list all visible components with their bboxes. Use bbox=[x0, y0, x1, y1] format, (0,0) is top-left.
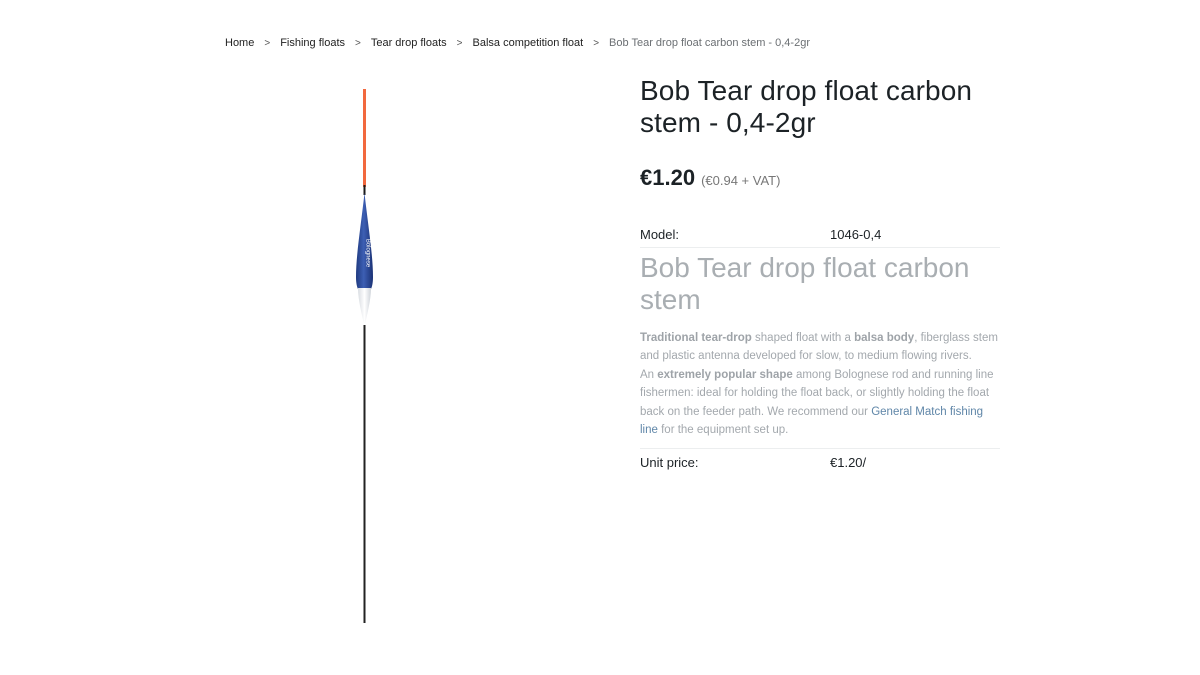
product-title: Bob Tear drop float carbon stem - 0,4-2g… bbox=[640, 75, 973, 138]
unit-price-row: Unit price: €1.20/ bbox=[640, 455, 1000, 475]
float-antenna bbox=[363, 89, 366, 187]
float-white-tip bbox=[358, 288, 371, 327]
description-span: for the equipment set up. bbox=[657, 424, 789, 437]
description-bold: balsa body bbox=[854, 332, 915, 344]
breadcrumb-separator: > bbox=[456, 37, 463, 49]
float-stem bbox=[363, 325, 366, 623]
model-value: 1046-0,4 bbox=[830, 227, 882, 242]
unit-price-value: €1.20/ bbox=[830, 455, 867, 471]
description-paragraph: Traditional tear-drop shaped float with … bbox=[640, 329, 1000, 366]
description-bold: Traditional tear-drop bbox=[640, 332, 752, 344]
breadcrumb-separator: > bbox=[593, 37, 600, 49]
description-span: shaped float with a bbox=[751, 332, 855, 344]
product-info: Bob Tear drop float carbon stem - 0,4-2g… bbox=[640, 75, 1000, 475]
breadcrumb-balsa-competition-float[interactable]: Balsa competition float bbox=[473, 37, 584, 49]
description-title: Bob Tear drop float carbon stem bbox=[640, 252, 970, 315]
description-paragraph: An extremely popular shape among Bologne… bbox=[640, 366, 1000, 440]
unit-price-label: Unit price: bbox=[640, 455, 699, 471]
breadcrumb-home[interactable]: Home bbox=[225, 37, 254, 49]
breadcrumb-fishing-floats[interactable]: Fishing floats bbox=[280, 37, 345, 49]
breadcrumb-separator: > bbox=[264, 37, 271, 49]
model-label: Model: bbox=[640, 227, 680, 242]
description-bold: extremely popular shape bbox=[657, 368, 793, 381]
description-text: Traditional tear-drop shaped float with … bbox=[640, 329, 1000, 450]
product-price-net: (€0.94 + VAT) bbox=[701, 173, 781, 188]
breadcrumb: Home > Fishing floats > Tear drop floats… bbox=[225, 37, 810, 49]
product-image[interactable]: Bolognese bbox=[330, 85, 400, 630]
float-brand-text: Bolognese bbox=[365, 239, 371, 268]
breadcrumb-tear-drop-floats[interactable]: Tear drop floats bbox=[371, 37, 447, 49]
price-row: €1.20 (€0.94 + VAT) bbox=[640, 165, 1000, 191]
description-span: An bbox=[640, 368, 658, 381]
float-illustration: Bolognese bbox=[356, 89, 373, 623]
model-row: Model: 1046-0,4 bbox=[640, 227, 1000, 248]
product-price: €1.20 bbox=[640, 165, 696, 190]
breadcrumb-current: Bob Tear drop float carbon stem - 0,4-2g… bbox=[609, 37, 810, 49]
breadcrumb-separator: > bbox=[355, 37, 361, 49]
